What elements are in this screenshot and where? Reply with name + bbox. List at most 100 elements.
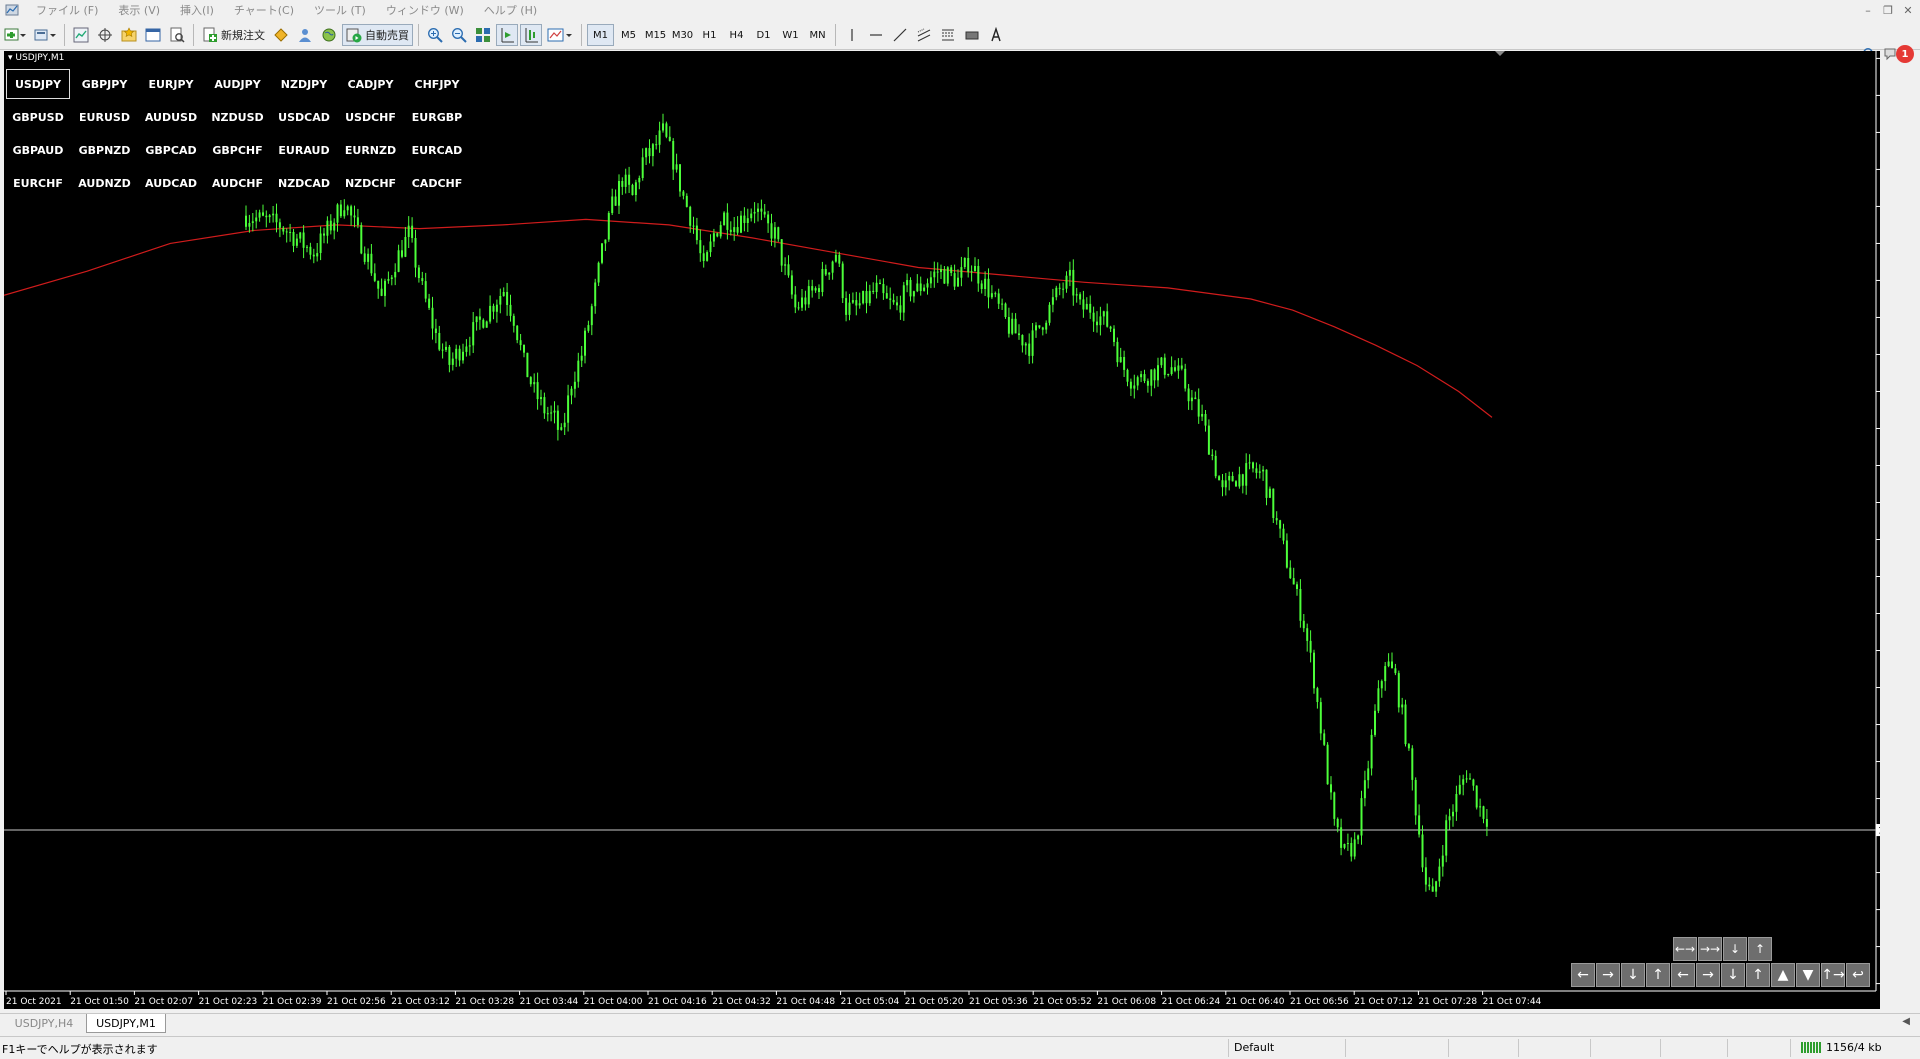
navigator-button[interactable] (118, 24, 140, 46)
symbol-button-gbpcad[interactable]: GBPCAD (139, 135, 203, 165)
candle-body (1292, 578, 1295, 585)
profiles-button[interactable] (31, 24, 59, 46)
symbol-button-usdchf[interactable]: USDCHF (339, 102, 403, 132)
tab-scroll-left-icon[interactable]: ◀ (1902, 1016, 1910, 1027)
symbol-button-eurchf[interactable]: EURCHF (6, 168, 70, 198)
symbol-button-chfjpy[interactable]: CHFJPY (405, 69, 469, 99)
auto-trading-button[interactable]: 自動売買 (342, 24, 413, 46)
chart-menu-triangle-icon[interactable]: ▾ (8, 53, 13, 63)
symbol-button-audusd[interactable]: AUDUSD (139, 102, 203, 132)
minimize-icon[interactable]: – (1860, 2, 1876, 18)
nav-arrow-top-3[interactable]: ↑ (1748, 937, 1772, 961)
symbol-button-nzdcad[interactable]: NZDCAD (272, 168, 336, 198)
equidistant-channel-button[interactable] (913, 24, 935, 46)
chart-shift-button[interactable] (520, 24, 542, 46)
symbol-button-audcad[interactable]: AUDCAD (139, 168, 203, 198)
symbol-button-usdjpy[interactable]: USDJPY (6, 69, 70, 99)
menu-tools[interactable]: ツール (T) (304, 2, 376, 18)
text-button[interactable] (985, 24, 1007, 46)
market-button[interactable] (318, 24, 340, 46)
indicators-button[interactable] (544, 24, 576, 46)
data-window-button[interactable] (94, 24, 116, 46)
candle-body (1452, 811, 1454, 817)
fibonacci-button[interactable] (937, 24, 959, 46)
close-icon[interactable]: ✕ (1900, 2, 1916, 18)
nav-arrow-bottom-2[interactable]: ↓ (1621, 963, 1645, 987)
nav-arrow-bottom-5[interactable]: → (1696, 963, 1720, 987)
app-icon[interactable] (4, 2, 20, 18)
zoom-in-button[interactable] (424, 24, 446, 46)
notification-badge[interactable]: 1 (1896, 45, 1914, 63)
metaeditor-button[interactable] (270, 24, 292, 46)
nav-arrow-bottom-0[interactable]: ← (1571, 963, 1595, 987)
nav-arrow-bottom-6[interactable]: ↓ (1721, 963, 1745, 987)
symbol-button-eurgbp[interactable]: EURGBP (405, 102, 469, 132)
symbol-button-nzdchf[interactable]: NZDCHF (339, 168, 403, 198)
vertical-line-button[interactable] (841, 24, 863, 46)
symbol-button-gbpjpy[interactable]: GBPJPY (73, 69, 137, 99)
nav-arrow-bottom-8[interactable]: ▲ (1771, 963, 1795, 987)
restore-icon[interactable]: ❐ (1880, 2, 1896, 18)
tab-usdjpy-h4[interactable]: USDJPY,H4 (4, 1014, 84, 1033)
label-button[interactable] (961, 24, 983, 46)
symbol-button-cadjpy[interactable]: CADJPY (339, 69, 403, 99)
symbol-button-gbpnzd[interactable]: GBPNZD (73, 135, 137, 165)
terminal-button[interactable] (142, 24, 164, 46)
menu-insert[interactable]: 挿入(I) (170, 2, 224, 18)
chart-window[interactable]: 114.435114.415114.395114.375114.355114.3… (4, 51, 1880, 1009)
symbol-button-usdcad[interactable]: USDCAD (272, 102, 336, 132)
symbol-button-eurjpy[interactable]: EURJPY (139, 69, 203, 99)
new-order-button[interactable]: 新規注文 (199, 24, 268, 46)
nav-arrow-bottom-1[interactable]: → (1596, 963, 1620, 987)
symbol-button-gbpusd[interactable]: GBPUSD (6, 102, 70, 132)
nav-arrow-bottom-3[interactable]: ↑ (1646, 963, 1670, 987)
market-watch-button[interactable] (70, 24, 92, 46)
trendline-button[interactable] (889, 24, 911, 46)
auto-scroll-button[interactable] (496, 24, 518, 46)
symbol-button-nzdusd[interactable]: NZDUSD (206, 102, 270, 132)
timeframe-w1[interactable]: W1 (777, 24, 804, 46)
nav-arrow-bottom-4[interactable]: ← (1671, 963, 1695, 987)
timeframe-h4[interactable]: H4 (723, 24, 750, 46)
nav-arrow-bottom-10[interactable]: ↑→ (1821, 963, 1845, 987)
toolbar: 新規注文 自動売買 M1 M5 M15 M30 H1 H4 D1 W1 MN 1 (0, 21, 1920, 63)
tab-usdjpy-m1[interactable]: USDJPY,M1 (86, 1014, 166, 1033)
timeframe-mn[interactable]: MN (804, 24, 831, 46)
symbol-button-audchf[interactable]: AUDCHF (206, 168, 270, 198)
symbol-button-audnzd[interactable]: AUDNZD (73, 168, 137, 198)
strategy-tester-button[interactable] (166, 24, 188, 46)
signals-button[interactable] (294, 24, 316, 46)
symbol-button-gbpaud[interactable]: GBPAUD (6, 135, 70, 165)
nav-arrow-top-2[interactable]: ↓ (1723, 937, 1747, 961)
timeframe-m15[interactable]: M15 (642, 24, 669, 46)
nav-arrow-bottom-7[interactable]: ↑ (1746, 963, 1770, 987)
symbol-button-eurcad[interactable]: EURCAD (405, 135, 469, 165)
nav-arrow-bottom-11[interactable]: ↩ (1846, 963, 1870, 987)
chat-icon[interactable] (1884, 47, 1896, 61)
timeframe-m5[interactable]: M5 (615, 24, 642, 46)
menu-chart[interactable]: チャート(C) (224, 2, 304, 18)
new-chart-button[interactable] (1, 24, 29, 46)
menu-file[interactable]: ファイル (F) (26, 2, 108, 18)
symbol-button-gbpchf[interactable]: GBPCHF (206, 135, 270, 165)
menu-view[interactable]: 表示 (V) (108, 2, 170, 18)
tile-windows-button[interactable] (472, 24, 494, 46)
menu-window[interactable]: ウィンドウ (W) (376, 2, 474, 18)
timeframe-h1[interactable]: H1 (696, 24, 723, 46)
symbol-button-cadchf[interactable]: CADCHF (405, 168, 469, 198)
symbol-button-euraud[interactable]: EURAUD (272, 135, 336, 165)
status-profile: Default (1234, 1041, 1275, 1054)
symbol-button-audjpy[interactable]: AUDJPY (206, 69, 270, 99)
symbol-button-eurnzd[interactable]: EURNZD (339, 135, 403, 165)
timeframe-m30[interactable]: M30 (669, 24, 696, 46)
nav-arrow-bottom-9[interactable]: ▼ (1796, 963, 1820, 987)
timeframe-d1[interactable]: D1 (750, 24, 777, 46)
horizontal-line-button[interactable] (865, 24, 887, 46)
timeframe-m1[interactable]: M1 (587, 24, 614, 46)
nav-arrow-top-0[interactable]: ←→ (1673, 937, 1697, 961)
nav-arrow-top-1[interactable]: →→ (1698, 937, 1722, 961)
zoom-out-button[interactable] (448, 24, 470, 46)
menu-help[interactable]: ヘルプ (H) (474, 2, 547, 18)
symbol-button-nzdjpy[interactable]: NZDJPY (272, 69, 336, 99)
symbol-button-eurusd[interactable]: EURUSD (73, 102, 137, 132)
